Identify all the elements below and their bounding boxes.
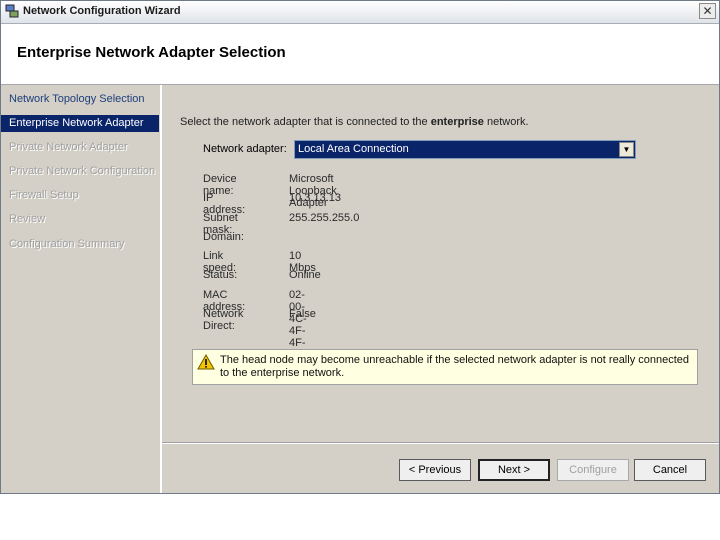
page-title: Enterprise Network Adapter Selection (17, 44, 286, 61)
wizard-header: Enterprise Network Adapter Selection (1, 24, 719, 85)
network-adapter-label: Network adapter: (203, 143, 287, 155)
instruction-text: Select the network adapter that is conne… (180, 116, 529, 128)
sidebar-item-private-adapter: Private Network Adapter (9, 141, 128, 153)
property-key: Network Direct: (203, 308, 244, 333)
sidebar-item-firewall-setup: Firewall Setup (9, 189, 79, 201)
wizard-steps-sidebar: Network Topology Selection Enterprise Ne… (1, 85, 162, 493)
instruction-suffix: network. (483, 116, 529, 128)
next-button[interactable]: Next > (478, 459, 550, 481)
sidebar-item-enterprise-adapter[interactable]: Enterprise Network Adapter (1, 115, 159, 132)
warning-banner: The head node may become unreachable if … (192, 349, 698, 385)
property-value: False (289, 308, 316, 321)
dropdown-arrow-icon[interactable]: ▼ (619, 142, 634, 157)
network-wizard-icon (5, 4, 19, 18)
sidebar-item-review: Review (9, 213, 46, 225)
instruction-prefix: Select the network adapter that is conne… (180, 116, 431, 128)
sidebar-item-network-topology[interactable]: Network Topology Selection (1, 91, 159, 108)
network-adapter-select[interactable]: Local Area Connection ▼ (294, 140, 636, 159)
wizard-window: Network Configuration Wizard ✕ Enterpris… (0, 0, 720, 494)
cancel-button[interactable]: Cancel (634, 459, 706, 481)
button-separator (162, 442, 719, 444)
close-button[interactable]: ✕ (699, 3, 716, 19)
previous-button[interactable]: < Previous (399, 459, 471, 481)
instruction-emphasis: enterprise (430, 116, 484, 128)
property-value: 255.255.255.0 (289, 211, 360, 224)
window-title: Network Configuration Wizard (23, 5, 181, 17)
configure-button: Configure (557, 459, 629, 481)
sidebar-item-configuration-summary: Configuration Summary (9, 238, 125, 250)
warning-icon (197, 354, 215, 370)
property-value: Online (289, 269, 321, 282)
property-key: Status: (203, 269, 238, 282)
sidebar-item-private-configuration: Private Network Configuration (9, 165, 156, 177)
warning-text: The head node may become unreachable if … (220, 354, 690, 379)
network-adapter-selected-value: Local Area Connection (298, 143, 409, 155)
title-bar: Network Configuration Wizard ✕ (1, 1, 719, 24)
property-key: Domain: (203, 230, 244, 243)
main-panel: Select the network adapter that is conne… (162, 85, 719, 493)
property-value: 10.3.13.13 (289, 192, 341, 205)
